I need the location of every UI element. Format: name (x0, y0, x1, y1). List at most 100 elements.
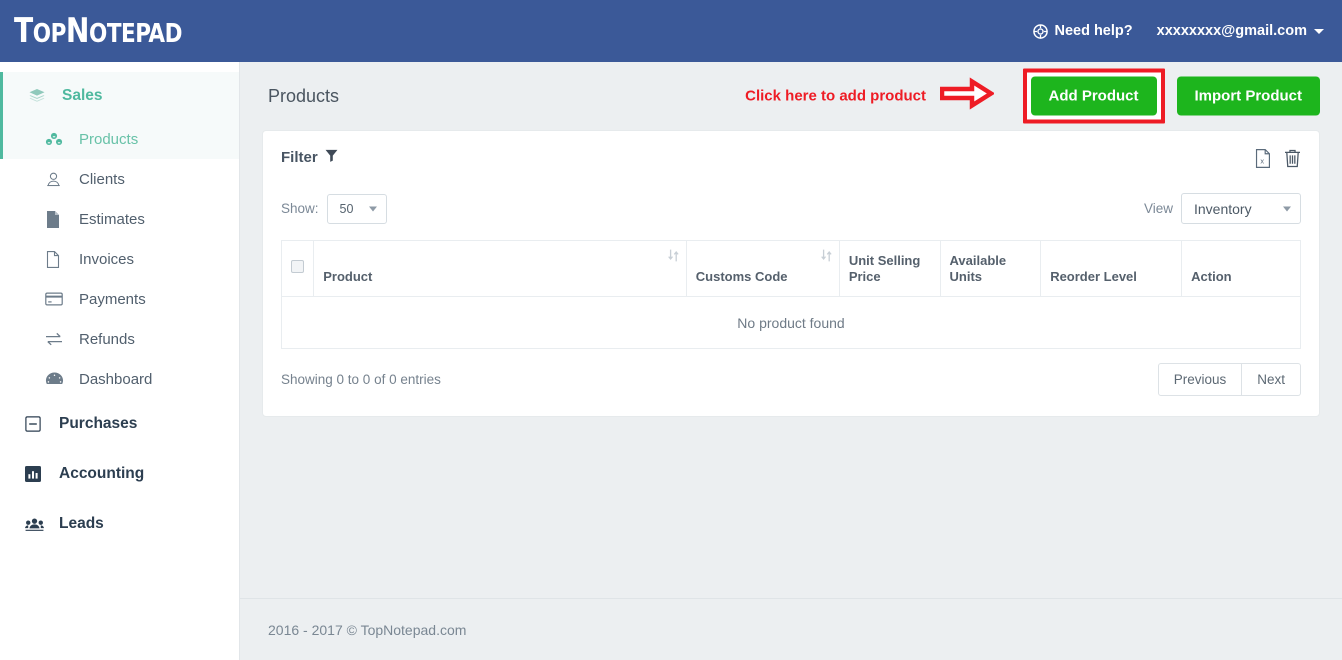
page-header: Products Click here to add product Add P… (240, 62, 1342, 130)
gauge-icon (45, 371, 73, 387)
sidebar-label-leads: Leads (59, 515, 104, 532)
select-all-cell (280, 240, 315, 297)
column-customs-code-label: Customs Code (695, 268, 788, 284)
table-header: Product Customs Code Unit Selling Price … (280, 240, 1301, 297)
right-arrow-icon (939, 77, 996, 115)
sort-icon (667, 249, 679, 265)
show-entries-value: 50 (339, 201, 354, 216)
card-top-row: Filter x (281, 149, 1301, 173)
user-email-label: xxxxxxxx@gmail.com (1156, 23, 1307, 39)
sidebar-item-estimates[interactable]: Estimates (0, 199, 239, 239)
file-icon (45, 250, 73, 268)
sidebar-item-refunds[interactable]: Refunds (0, 319, 239, 359)
brand-logo[interactable]: TOPNOTEPAD (14, 14, 182, 48)
add-product-button[interactable]: Add Product (1030, 76, 1157, 116)
top-header: TOPNOTEPAD Need help? xxxxxxxx@gmail.com (0, 0, 1342, 62)
column-reorder-level-label: Reorder Level (1050, 268, 1137, 284)
column-unit-selling-price-line1: Unit Selling (848, 252, 921, 268)
svg-text:x: x (1260, 156, 1264, 165)
card-tool-buttons: x (1255, 149, 1301, 173)
sidebar-item-leads[interactable]: Leads (0, 499, 239, 549)
sidebar-item-clients[interactable]: Clients (0, 159, 239, 199)
column-action-label: Action (1191, 268, 1232, 284)
page-action-buttons: Add Product Import Product (1022, 68, 1320, 124)
products-icon (45, 131, 73, 147)
sidebar-item-products[interactable]: Products (0, 119, 239, 159)
layers-icon (28, 87, 56, 105)
column-unit-selling-price-line2: Price (848, 268, 881, 284)
sidebar-label-accounting: Accounting (59, 465, 145, 482)
table-footer: Showing 0 to 0 of 0 entries Previous Nex… (281, 363, 1301, 396)
products-table: Product Customs Code Unit Selling Price … (280, 240, 1301, 349)
brand-op: OP (32, 19, 67, 49)
sidebar-label-purchases: Purchases (59, 415, 138, 432)
filter-toggle[interactable]: Filter (281, 149, 338, 166)
add-product-highlight: Add Product (1022, 68, 1165, 124)
view-control: View Inventory (1144, 193, 1301, 224)
need-help-button[interactable]: Need help? (1033, 23, 1133, 39)
annotation-callout: Click here to add product (745, 77, 996, 115)
import-product-button[interactable]: Import Product (1176, 76, 1320, 116)
select-all-checkbox[interactable] (291, 260, 305, 273)
pagination: Previous Next (1157, 363, 1301, 396)
main-content: Products Click here to add product Add P… (240, 62, 1342, 660)
annotation-text: Click here to add product (745, 87, 926, 105)
excel-export-icon[interactable]: x (1255, 149, 1272, 173)
entries-info: Showing 0 to 0 of 0 entries (281, 372, 441, 387)
show-label: Show: (281, 201, 319, 216)
column-product-label: Product (323, 268, 373, 284)
brand-otepad: OTEPAD (88, 19, 183, 49)
caret-down-icon (1314, 28, 1324, 34)
trash-icon[interactable] (1284, 149, 1301, 173)
column-unit-selling-price: Unit Selling Price (838, 240, 941, 297)
column-reorder-level: Reorder Level (1040, 240, 1183, 297)
sort-icon (821, 249, 832, 265)
group-icon (25, 517, 53, 532)
user-account-menu[interactable]: xxxxxxxx@gmail.com (1157, 23, 1324, 39)
column-available-units-line2: Units (949, 268, 983, 284)
sidebar-item-invoices[interactable]: Invoices (0, 239, 239, 279)
column-product[interactable]: Product (313, 240, 687, 297)
view-select[interactable]: Inventory (1181, 193, 1301, 224)
sidebar-item-purchases[interactable]: Purchases (0, 399, 239, 449)
sidebar-label-invoices: Invoices (79, 250, 135, 268)
exchange-icon (45, 332, 73, 346)
page-title: Products (268, 85, 340, 106)
funnel-icon (325, 149, 338, 166)
sidebar-label-dashboard: Dashboard (79, 370, 153, 388)
lifebuoy-icon (1033, 23, 1049, 39)
table-header-row: Product Customs Code Unit Selling Price … (280, 240, 1301, 297)
brand-t: T (14, 11, 33, 51)
show-entries-select[interactable]: 50 (326, 193, 387, 224)
bar-chart-icon (25, 466, 53, 482)
sidebar-item-payments[interactable]: Payments (0, 279, 239, 319)
chevron-down-icon (1283, 206, 1291, 211)
page-footer: 2016 - 2017 © TopNotepad.com (240, 598, 1342, 660)
sidebar-label-estimates: Estimates (79, 210, 145, 228)
chevron-down-icon (368, 206, 377, 211)
column-customs-code[interactable]: Customs Code (685, 240, 840, 297)
sidebar-label-payments: Payments (79, 290, 146, 308)
table-controls-row: Show: 50 View Inventory (281, 193, 1301, 224)
file-filled-icon (45, 210, 73, 228)
sidebar-item-dashboard[interactable]: Dashboard (0, 359, 239, 399)
user-icon (45, 171, 73, 188)
column-action: Action (1181, 240, 1301, 297)
copyright-text: 2016 - 2017 © TopNotepad.com (268, 621, 467, 638)
view-label: View (1143, 201, 1173, 216)
sidebar: Sales Products Clients Estimates Invoice… (0, 62, 240, 660)
sidebar-label-products: Products (79, 130, 139, 148)
sidebar-item-accounting[interactable]: Accounting (0, 449, 239, 499)
filter-label-text: Filter (281, 149, 318, 166)
column-available-units-line1: Available (949, 252, 1007, 268)
show-entries-control: Show: 50 (281, 193, 387, 224)
need-help-label: Need help? (1054, 23, 1133, 39)
app-root: TOPNOTEPAD Need help? xxxxxxxx@gmail.com (0, 0, 1342, 660)
table-body: No product found (281, 296, 1301, 349)
previous-page-button[interactable]: Previous (1157, 363, 1243, 396)
sidebar-item-sales[interactable]: Sales (0, 72, 239, 119)
column-available-units: Available Units (939, 240, 1042, 297)
brand-n: N (65, 11, 90, 51)
credit-card-icon (45, 292, 73, 306)
next-page-button[interactable]: Next (1242, 363, 1301, 396)
